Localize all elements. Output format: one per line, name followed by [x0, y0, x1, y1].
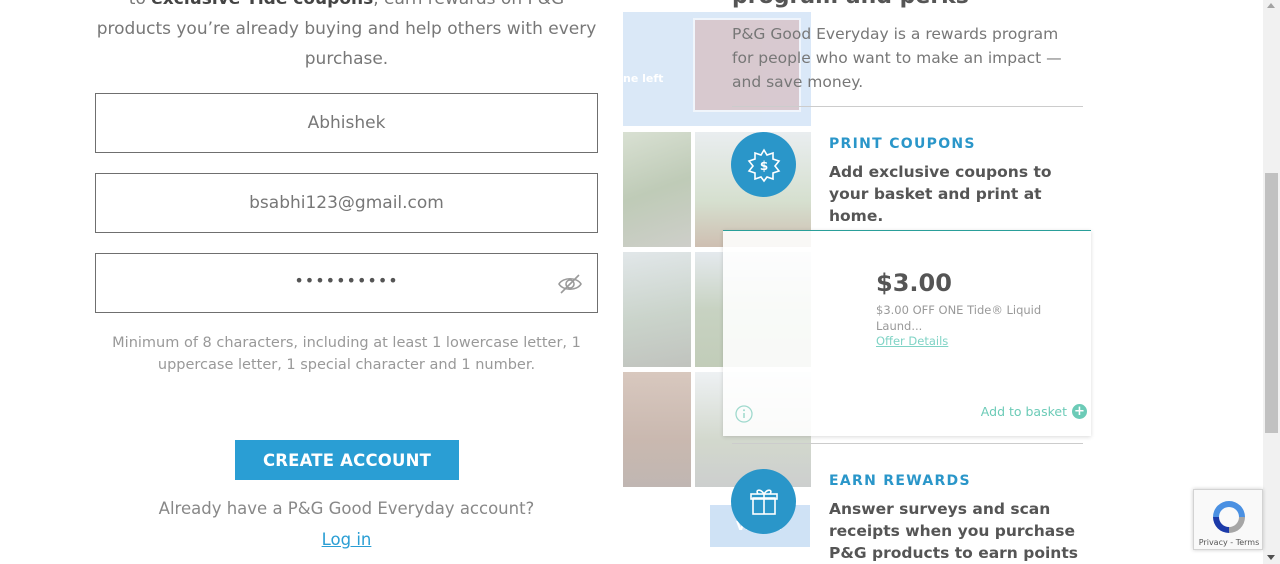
coupon-badge-icon: $: [731, 132, 796, 197]
password-masked-value[interactable]: ••••••••••: [294, 271, 398, 290]
coupon-price: $3.00: [876, 269, 952, 297]
plus-circle-icon: +: [1072, 404, 1087, 419]
collage-photo: [623, 252, 691, 367]
gift-icon: [731, 469, 796, 534]
email-field[interactable]: [95, 173, 598, 233]
password-requirements: Minimum of 8 characters, including at le…: [112, 335, 581, 373]
perks-description: P&G Good Everyday is a rewards program f…: [732, 25, 1062, 91]
signup-intro: to exclusive Tide coupons, earn rewards …: [95, 0, 598, 74]
recaptcha-terms[interactable]: Privacy - Terms: [1194, 538, 1264, 547]
intro-bold-text: exclusive Tide coupons: [151, 0, 373, 9]
recaptcha-badge[interactable]: Privacy - Terms: [1193, 489, 1263, 550]
first-name-input[interactable]: [96, 113, 597, 133]
already-have-account-text: Already have a P&G Good Everyday account…: [158, 499, 535, 518]
earn-rewards-text: Answer surveys and scan receipts when yo…: [829, 500, 1078, 562]
intro-text-start: to: [129, 0, 151, 9]
divider: [732, 106, 1083, 107]
eye-slash-icon[interactable]: [557, 273, 583, 295]
scroll-up-arrow-icon[interactable]: [1267, 3, 1275, 8]
print-coupons-heading: PRINT COUPONS: [829, 136, 976, 152]
offer-details-link[interactable]: Offer Details: [876, 334, 948, 348]
coupon-description: $3.00 OFF ONE Tide® Liquid Laund...: [876, 303, 1042, 333]
intro-text-end: , earn rewards on P&G products you’re al…: [96, 0, 597, 69]
recaptcha-logo-icon: [1213, 501, 1245, 533]
email-input[interactable]: [96, 193, 597, 213]
coupon-card: $3.00 $3.00 OFF ONE Tide® Liquid Laund..…: [723, 230, 1091, 436]
page-scrollbar[interactable]: [1263, 0, 1280, 564]
first-name-field[interactable]: [95, 93, 598, 153]
add-to-basket-button[interactable]: Add to basket +: [981, 404, 1087, 419]
collage-photo: [623, 372, 691, 487]
collage-overlay-text: ne left: [623, 72, 664, 85]
create-account-button[interactable]: CREATE ACCOUNT: [235, 440, 459, 480]
scroll-thumb[interactable]: [1265, 173, 1278, 433]
add-to-basket-label: Add to basket: [980, 404, 1067, 419]
earn-rewards-heading: EARN REWARDS: [829, 473, 971, 489]
divider: [732, 443, 1083, 444]
password-field[interactable]: ••••••••••: [95, 253, 598, 313]
info-icon[interactable]: [735, 405, 753, 423]
login-link[interactable]: Log in: [95, 530, 598, 549]
svg-text:$: $: [759, 159, 767, 173]
print-coupons-text: Add exclusive coupons to your basket and…: [829, 163, 1052, 225]
perks-title: program and perks: [732, 0, 969, 9]
scroll-down-arrow-icon[interactable]: [1267, 555, 1275, 560]
collage-photo: [623, 132, 691, 247]
